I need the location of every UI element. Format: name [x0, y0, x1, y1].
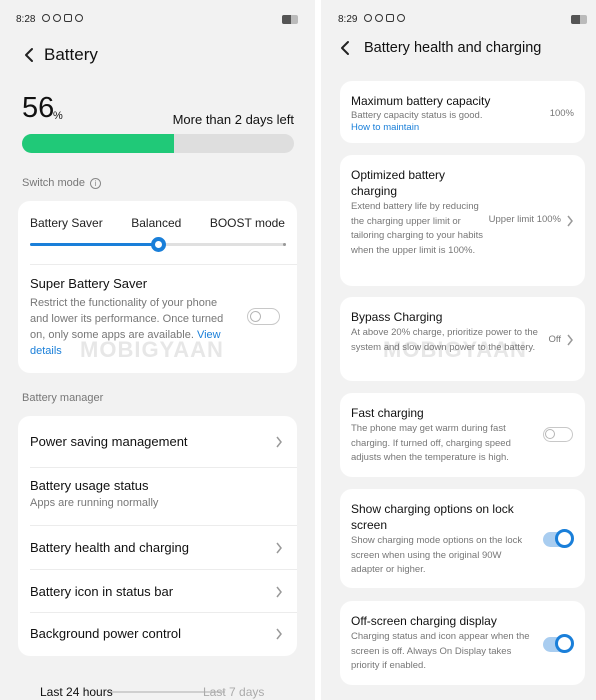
- mode-slider-end: [283, 243, 286, 246]
- page-title: Battery: [44, 45, 98, 64]
- mode-labels: Battery Saver Balanced BOOST mode: [30, 216, 285, 230]
- fast-charging-card: Fast charging The phone may get warm dur…: [340, 393, 585, 477]
- row-battery-icon[interactable]: Battery icon in status bar: [18, 569, 297, 612]
- card-title: Optimized battery charging: [351, 168, 446, 198]
- battery-percent: 56: [22, 92, 55, 124]
- back-button[interactable]: [14, 40, 44, 70]
- row-title: Battery icon in status bar: [30, 584, 174, 599]
- row-power-saving[interactable]: Power saving management: [18, 416, 297, 467]
- status-bar: 8:29: [321, 0, 596, 30]
- row-title: Battery health and charging: [30, 540, 189, 555]
- lock-screen-options-card: Show charging options on lock screen Sho…: [340, 489, 585, 588]
- watermark: MOBIGYAAN: [80, 337, 224, 362]
- card-description: Charging status and icon appear when the…: [351, 631, 530, 671]
- super-saver-title: Super Battery Saver: [30, 276, 148, 291]
- off-screen-charging-card: Off-screen charging display Charging sta…: [340, 601, 585, 685]
- battery-manager-card: Power saving management Battery usage st…: [18, 416, 297, 656]
- info-icon[interactable]: i: [89, 177, 101, 189]
- off-screen-charging-toggle[interactable]: [543, 634, 574, 653]
- toggle-knob: [250, 311, 261, 322]
- security-icon: [75, 14, 83, 22]
- mode-slider[interactable]: [30, 237, 286, 252]
- mode-slider-fill: [30, 243, 158, 246]
- notification-icon: [364, 14, 372, 22]
- row-title: Battery usage status: [30, 478, 149, 493]
- card-description: Extend battery life by reducing the char…: [351, 201, 484, 256]
- row-battery-health[interactable]: Battery health and charging: [18, 525, 297, 569]
- battery-manager-text: Battery manager: [22, 392, 104, 404]
- toggle-knob: [555, 529, 574, 548]
- card-description: The phone may get warm during fast charg…: [351, 423, 511, 463]
- row-subtitle: Apps are running normally: [30, 497, 159, 509]
- row-background-power[interactable]: Background power control: [18, 612, 297, 656]
- card-title: Maximum battery capacity: [351, 94, 491, 108]
- mode-slider-knob[interactable]: [151, 237, 166, 252]
- chevron-right-icon: [566, 334, 574, 346]
- chevron-right-icon: [275, 436, 283, 448]
- battery-manager-label: Battery manager: [22, 392, 103, 404]
- chevron-right-icon: [566, 215, 574, 227]
- status-icons: [364, 14, 405, 22]
- status-bar: 8:28: [0, 0, 315, 30]
- max-capacity-card: Maximum battery capacity Battery capacit…: [340, 81, 585, 143]
- percent-sign: %: [53, 110, 63, 122]
- card-title: Off-screen charging display: [351, 614, 497, 628]
- card-title: Show charging options on lock screen: [351, 502, 514, 532]
- header: Battery health and charging: [321, 33, 596, 63]
- page-title: Battery health and charging: [364, 40, 542, 56]
- super-saver-desc-text: Restrict the functionality of your phone…: [30, 297, 224, 341]
- card-title: Bypass Charging: [351, 310, 443, 324]
- row-title: Power saving management: [30, 434, 188, 449]
- header: Battery: [0, 40, 315, 70]
- notification-icon: [42, 14, 50, 22]
- back-arrow-icon: [341, 41, 349, 55]
- time-left-text: More than 2 days left: [172, 112, 294, 127]
- chevron-right-icon: [275, 586, 283, 598]
- chevron-right-icon: [275, 542, 283, 554]
- switch-mode-label: Switch mode i: [22, 177, 101, 189]
- card-title: Fast charging: [351, 406, 424, 420]
- switch-mode-text: Switch mode: [22, 177, 85, 189]
- capacity-value: 100%: [549, 108, 574, 119]
- toggle-knob: [545, 429, 555, 439]
- lock-screen-options-toggle[interactable]: [543, 529, 574, 548]
- row-title: Background power control: [30, 626, 182, 641]
- toggle-knob: [555, 634, 574, 653]
- app-icon: [386, 14, 394, 22]
- usage-tabs: Last 24 hours Last 7 days: [0, 683, 315, 700]
- row-battery-usage[interactable]: Battery usage status Apps are running no…: [18, 467, 297, 525]
- battery-health-screen: 8:29 Battery health and charging Maximum…: [321, 0, 596, 700]
- chevron-right-icon: [275, 628, 283, 640]
- shield-icon: [53, 14, 61, 22]
- back-arrow-icon: [25, 48, 33, 62]
- app-icon: [64, 14, 72, 22]
- mode-balanced[interactable]: Balanced: [131, 216, 181, 230]
- battery-screen: 8:28 Battery 56 % More than 2 days left …: [0, 0, 315, 700]
- battery-status-icon: [571, 15, 587, 24]
- optimized-charging-card[interactable]: Optimized battery charging Extend batter…: [340, 155, 585, 286]
- mode-battery-saver[interactable]: Battery Saver: [30, 216, 103, 230]
- upper-limit-value: Upper limit 100%: [488, 214, 561, 225]
- bypass-value: Off: [548, 334, 562, 345]
- back-button[interactable]: [334, 33, 356, 63]
- mode-boost[interactable]: BOOST mode: [210, 216, 285, 230]
- battery-level-bar: [22, 134, 294, 153]
- battery-level-fill: [22, 134, 175, 153]
- watermark: MOBIGYAAN: [383, 337, 527, 362]
- status-time: 8:28: [16, 14, 36, 25]
- divider: [30, 264, 297, 265]
- battery-status-icon: [282, 15, 298, 24]
- super-saver-toggle[interactable]: [247, 308, 280, 325]
- status-time: 8:29: [338, 14, 358, 25]
- status-icons: [42, 14, 83, 22]
- tab-last-7-days[interactable]: Last 7 days: [203, 685, 264, 699]
- fast-charging-toggle[interactable]: [543, 427, 573, 442]
- how-to-maintain-link[interactable]: How to maintain: [351, 122, 419, 133]
- card-description: Show charging mode options on the lock s…: [351, 535, 523, 575]
- shield-icon: [375, 14, 383, 22]
- security-icon: [397, 14, 405, 22]
- tab-last-24-hours[interactable]: Last 24 hours: [40, 685, 113, 699]
